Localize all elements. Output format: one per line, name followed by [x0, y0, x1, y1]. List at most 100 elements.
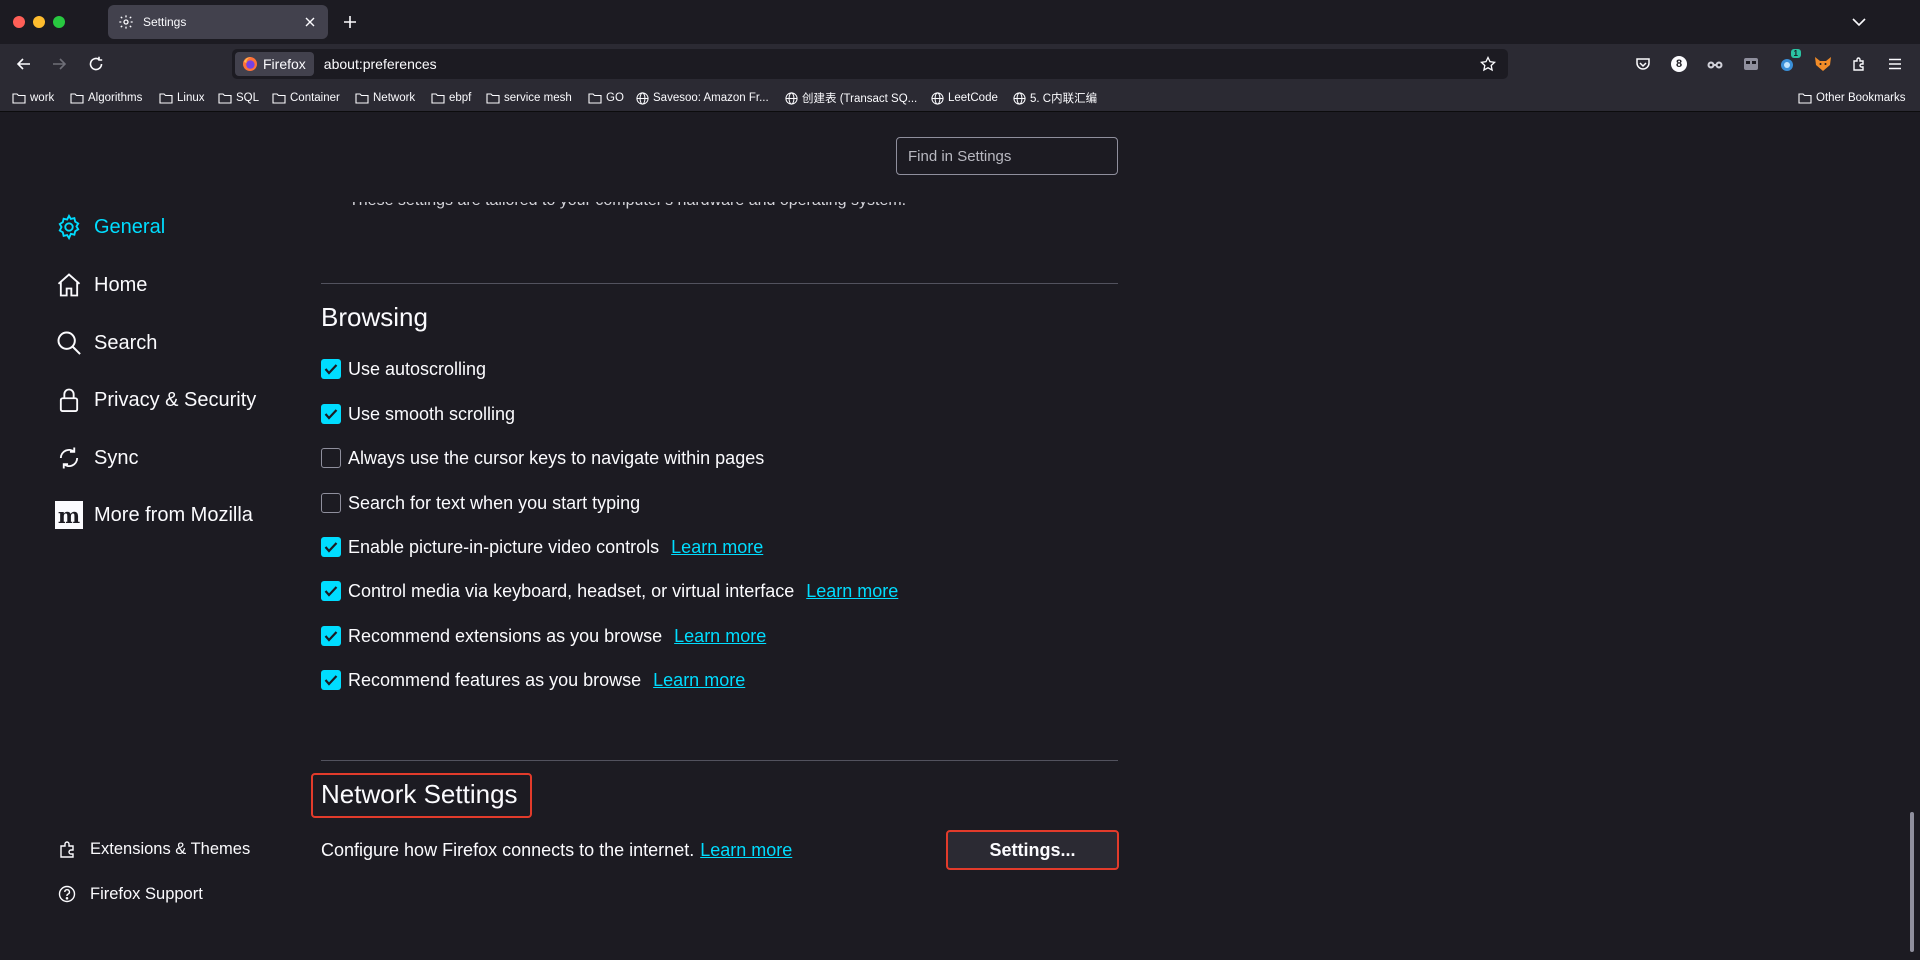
browsing-heading: Browsing	[321, 302, 428, 332]
tab-settings[interactable]: Settings	[108, 5, 328, 39]
learn-more-link[interactable]: Learn more	[671, 537, 763, 558]
category-privacy-security[interactable]: Privacy & Security	[54, 384, 256, 416]
url-text[interactable]: about:preferences	[324, 56, 1478, 72]
close-tab-icon[interactable]	[302, 14, 318, 30]
hamburger-menu-icon[interactable]	[1885, 54, 1905, 74]
bookmark-label: LeetCode	[948, 92, 998, 104]
zoom-window-button[interactable]	[53, 16, 65, 28]
bookmark-label: Linux	[177, 92, 205, 104]
category-label: Home	[94, 273, 148, 296]
bookmark-item[interactable]: work	[12, 90, 54, 106]
shield-extension-icon[interactable]: 1	[1777, 49, 1801, 74]
option-picture-in-picture[interactable]: Enable picture-in-picture video controls…	[321, 535, 763, 559]
glasses-extension-icon[interactable]	[1705, 54, 1725, 74]
bookmark-label: work	[30, 92, 55, 104]
option-label: Control media via keyboard, headset, or …	[348, 580, 795, 601]
gear-icon	[54, 212, 84, 242]
option-use-autoscrolling[interactable]: Use autoscrolling	[321, 357, 486, 381]
new-tab-icon[interactable]	[340, 12, 360, 32]
url-bar[interactable]: Firefox about:preferences	[232, 49, 1508, 79]
bookmark-label: SQL	[236, 92, 260, 104]
bookmark-item[interactable]: Savesoo: Amazon Fr...	[636, 90, 769, 106]
chevron-down-icon[interactable]	[1849, 12, 1869, 32]
checkbox-checked[interactable]	[321, 404, 341, 424]
page-scrollbar[interactable]	[1910, 812, 1914, 952]
other-bookmarks[interactable]: Other Bookmarks	[1798, 90, 1905, 106]
fox-extension-icon[interactable]	[1813, 54, 1833, 74]
category-search[interactable]: Search	[54, 327, 157, 359]
reload-icon[interactable]	[84, 52, 108, 76]
option-recommend-extensions[interactable]: Recommend extensions as you browse Learn…	[321, 624, 766, 648]
category-sync[interactable]: Sync	[54, 442, 138, 474]
bookmark-item[interactable]: service mesh	[486, 90, 572, 106]
bookmark-item[interactable]: Network	[355, 90, 415, 106]
folder-icon	[1798, 93, 1812, 104]
mozilla-icon: m	[54, 500, 84, 530]
bookmark-item[interactable]: Linux	[159, 90, 205, 106]
bookmark-item[interactable]: 创建表 (Transact SQ...	[785, 90, 917, 106]
find-in-settings-input[interactable]	[896, 137, 1118, 175]
option-label: Enable picture-in-picture video controls	[348, 536, 660, 557]
globe-icon	[636, 91, 649, 105]
close-window-button[interactable]	[13, 16, 25, 28]
bookmark-item[interactable]: 5. C内联汇编	[1013, 90, 1097, 106]
bookmark-item[interactable]: SQL	[218, 90, 259, 106]
section-divider	[321, 760, 1118, 761]
category-label: More from Mozilla	[94, 503, 253, 526]
pocket-icon[interactable]	[1633, 54, 1653, 74]
category-label: General	[94, 215, 166, 238]
learn-more-link[interactable]: Learn more	[674, 626, 766, 647]
extension-8-icon[interactable]: 8	[1669, 54, 1689, 74]
checkbox-unchecked[interactable]	[321, 493, 341, 513]
option-label: Always use the cursor keys to navigate w…	[348, 447, 765, 468]
bookmark-item[interactable]: LeetCode	[931, 90, 998, 106]
checkbox-checked[interactable]	[321, 537, 341, 557]
bookmark-label: Savesoo: Amazon Fr...	[653, 92, 769, 104]
bookmark-item[interactable]: ebpf	[431, 90, 471, 106]
folder-icon	[12, 93, 26, 104]
option-search-when-typing[interactable]: Search for text when you start typing	[321, 491, 640, 515]
title-bar: Settings	[0, 0, 1920, 44]
back-arrow-icon[interactable]	[12, 52, 36, 76]
folder-icon	[218, 93, 232, 104]
learn-more-link[interactable]: Learn more	[653, 670, 745, 691]
network-learn-more-link[interactable]: Learn more	[700, 840, 792, 861]
checkbox-checked[interactable]	[321, 581, 341, 601]
checkbox-unchecked[interactable]	[321, 448, 341, 468]
identity-box[interactable]: Firefox	[235, 52, 314, 76]
category-label: Search	[94, 331, 158, 354]
bookmark-label: Network	[373, 92, 416, 104]
hardware-tailored-note: These settings are tailored to your comp…	[349, 202, 906, 218]
category-label: Sync	[94, 446, 139, 469]
option-label: Recommend features as you browse	[348, 669, 642, 690]
option-recommend-features[interactable]: Recommend features as you browse Learn m…	[321, 668, 745, 692]
bookmark-item[interactable]: Algorithms	[70, 90, 142, 106]
minimize-window-button[interactable]	[33, 16, 45, 28]
folder-icon	[431, 93, 445, 104]
category-label: Privacy & Security	[94, 388, 257, 411]
reader-extension-icon[interactable]	[1741, 54, 1761, 74]
forward-arrow-icon[interactable]	[47, 52, 71, 76]
category-more-from-mozilla[interactable]: m More from Mozilla	[54, 499, 253, 531]
option-cursor-keys[interactable]: Always use the cursor keys to navigate w…	[321, 446, 764, 470]
extensions-puzzle-icon[interactable]	[1849, 54, 1869, 74]
firefox-support-link[interactable]: Firefox Support	[56, 881, 203, 907]
checkbox-checked[interactable]	[321, 670, 341, 690]
bookmarks-toolbar: work Algorithms Linux SQL Container Netw…	[0, 84, 1920, 112]
bookmark-label: 创建表 (Transact SQ...	[802, 93, 918, 105]
category-home[interactable]: Home	[54, 269, 147, 301]
learn-more-link[interactable]: Learn more	[806, 581, 898, 602]
category-general[interactable]: General	[54, 211, 165, 243]
bookmark-item[interactable]: GO	[588, 90, 624, 106]
network-settings-button[interactable]: Settings...	[946, 830, 1119, 870]
extensions-themes-link[interactable]: Extensions & Themes	[56, 836, 250, 862]
checkbox-checked[interactable]	[321, 626, 341, 646]
network-settings-heading: Network Settings	[321, 779, 518, 809]
bookmark-item[interactable]: Container	[272, 90, 340, 106]
option-use-smooth-scrolling[interactable]: Use smooth scrolling	[321, 402, 515, 426]
checkbox-checked[interactable]	[321, 359, 341, 379]
option-control-media[interactable]: Control media via keyboard, headset, or …	[321, 579, 898, 603]
network-settings-description: Configure how Firefox connects to the in…	[321, 838, 792, 862]
bookmark-star-icon[interactable]	[1478, 54, 1498, 74]
bookmark-label: Algorithms	[88, 92, 143, 104]
